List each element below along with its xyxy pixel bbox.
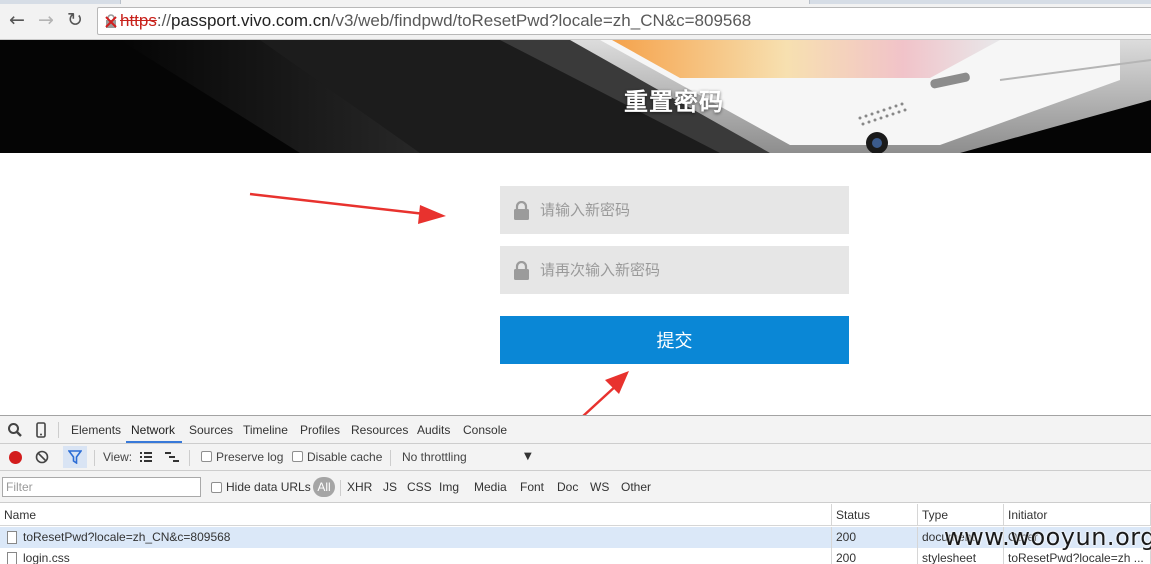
tab-sources[interactable]: Sources — [189, 423, 233, 437]
type-filter-all[interactable]: All — [313, 477, 335, 497]
separator — [340, 480, 341, 496]
request-status: 200 — [832, 548, 918, 564]
tab-timeline[interactable]: Timeline — [243, 423, 288, 437]
tab-console[interactable]: Console — [463, 423, 507, 437]
tab-profiles[interactable]: Profiles — [300, 423, 340, 437]
type-filter-css[interactable]: CSS — [407, 480, 432, 494]
confirm-password-field[interactable] — [500, 246, 849, 294]
tab-strip — [0, 0, 1151, 4]
separator — [189, 450, 190, 466]
browser-tab[interactable] — [120, 0, 810, 4]
tab-audits[interactable]: Audits — [417, 423, 450, 437]
url-text: https://passport.vivo.com.cn/v3/web/find… — [120, 11, 752, 30]
browser-toolbar: ← → ↻ https://passport.vivo.com.cn/v3/we… — [0, 0, 1151, 40]
request-name: login.css — [19, 548, 832, 564]
separator — [94, 450, 95, 466]
preserve-log-label: Preserve log — [216, 450, 284, 464]
disable-cache-label: Disable cache — [307, 450, 383, 464]
lock-icon — [514, 261, 529, 280]
forward-arrow-icon[interactable]: → — [35, 9, 57, 31]
network-toolbar: View: Preserve log Disable cache No thro… — [0, 444, 1151, 471]
address-bar[interactable]: https://passport.vivo.com.cn/v3/web/find… — [97, 7, 1151, 35]
back-arrow-icon[interactable]: ← — [6, 9, 28, 31]
reload-icon[interactable]: ↻ — [64, 9, 86, 31]
type-filter-xhr[interactable]: XHR — [347, 480, 372, 494]
filter-input[interactable] — [2, 477, 201, 497]
new-password-input[interactable] — [540, 186, 840, 234]
clear-icon[interactable] — [35, 450, 49, 464]
browser-window: ← → ↻ https://passport.vivo.com.cn/v3/we… — [0, 0, 1151, 564]
overview-waterfall-icon[interactable] — [164, 449, 180, 465]
dropdown-arrow-icon[interactable]: ▼ — [524, 451, 532, 462]
filter-funnel-icon[interactable] — [68, 450, 82, 464]
separator — [390, 450, 391, 466]
page-title: 重置密码 — [624, 89, 724, 116]
inspect-search-icon[interactable] — [6, 421, 24, 439]
hero-banner: 重置密码 — [0, 40, 1151, 153]
request-status: 200 — [832, 527, 918, 548]
disable-cache-checkbox[interactable] — [292, 451, 303, 462]
type-filter-media[interactable]: Media — [474, 480, 507, 494]
type-filter-other[interactable]: Other — [621, 480, 651, 494]
device-mode-icon[interactable] — [32, 421, 50, 439]
submit-button[interactable]: 提交 — [500, 316, 849, 364]
confirm-password-input[interactable] — [540, 246, 840, 294]
type-filter-doc[interactable]: Doc — [557, 480, 578, 494]
tab-resources[interactable]: Resources — [351, 423, 408, 437]
insecure-lock-icon[interactable] — [104, 14, 118, 28]
view-label: View: — [103, 450, 133, 464]
record-icon[interactable] — [9, 451, 22, 464]
hide-data-urls-label: Hide data URLs — [226, 480, 311, 494]
tab-network[interactable]: Network — [131, 423, 175, 437]
column-header-status[interactable]: Status — [832, 504, 918, 526]
type-filter-js[interactable]: JS — [383, 480, 397, 494]
separator — [58, 422, 59, 438]
large-rows-icon[interactable] — [138, 449, 154, 465]
network-filter-bar: Hide data URLs All XHR JS CSS Img Media … — [0, 471, 1151, 503]
active-tab-indicator — [126, 441, 182, 443]
devtools-tab-bar: Elements Network Sources Timeline Profil… — [0, 416, 1151, 444]
document-file-icon — [7, 552, 17, 564]
hide-data-urls-checkbox[interactable] — [211, 482, 222, 493]
document-file-icon — [7, 531, 17, 544]
preserve-log-checkbox[interactable] — [201, 451, 212, 462]
column-header-name[interactable]: Name — [0, 504, 832, 526]
watermark: www.wooyun.org — [944, 523, 1151, 551]
type-filter-ws[interactable]: WS — [590, 480, 609, 494]
request-name: toResetPwd?locale=zh_CN&c=809568 — [19, 527, 832, 548]
type-filter-img[interactable]: Img — [439, 480, 459, 494]
type-filter-font[interactable]: Font — [520, 480, 544, 494]
tab-elements[interactable]: Elements — [71, 423, 121, 437]
arrow-to-password-field — [249, 192, 446, 224]
throttling-select[interactable]: No throttling — [402, 450, 467, 464]
new-password-field[interactable] — [500, 186, 849, 234]
lock-icon — [514, 201, 529, 220]
